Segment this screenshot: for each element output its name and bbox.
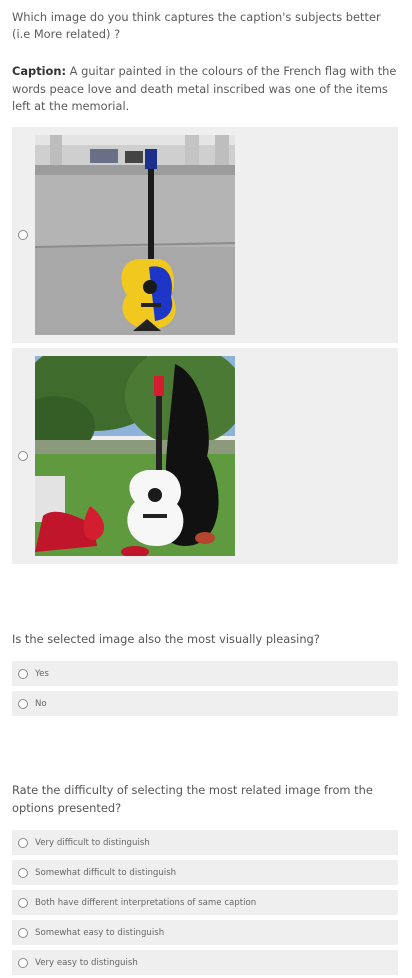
option-somewhat-difficult[interactable]: Somewhat difficult to distinguish: [12, 860, 398, 885]
option-yes-label: Yes: [35, 668, 49, 679]
option-very-easy-label: Very easy to distinguish: [35, 957, 138, 968]
image-guitar-white-black[interactable]: [35, 356, 235, 556]
question-visually-pleasing: Is the selected image also the most visu…: [12, 632, 320, 646]
option-somewhat-difficult-label: Somewhat difficult to distinguish: [35, 867, 177, 878]
option-somewhat-easy-label: Somewhat easy to distinguish: [35, 927, 165, 938]
option-no-label: No: [35, 698, 47, 709]
radio-yes[interactable]: [18, 668, 28, 679]
option-very-difficult[interactable]: Very difficult to distinguish: [12, 830, 398, 855]
radio-different-interpretations[interactable]: [18, 897, 28, 908]
option-somewhat-easy[interactable]: Somewhat easy to distinguish: [12, 920, 398, 945]
option-no[interactable]: No: [12, 691, 398, 716]
question-related-image: Which image do you think captures the ca…: [12, 10, 381, 41]
radio-somewhat-difficult[interactable]: [18, 867, 28, 878]
radio-very-easy[interactable]: [18, 957, 28, 968]
question-difficulty: Rate the difficulty of selecting the mos…: [12, 783, 373, 815]
radio-very-difficult[interactable]: [18, 837, 28, 848]
image-option-2[interactable]: [12, 348, 398, 564]
caption-body: A guitar painted in the colours of the F…: [12, 64, 397, 113]
radio-image-2[interactable]: [18, 451, 28, 461]
option-different-interpretations-label: Both have different interpretations of s…: [35, 897, 257, 908]
option-different-interpretations[interactable]: Both have different interpretations of s…: [12, 890, 398, 915]
caption-text: Caption: A guitar painted in the colours…: [12, 63, 400, 116]
caption-label: Caption:: [12, 64, 67, 78]
radio-somewhat-easy[interactable]: [18, 927, 28, 938]
image-option-1[interactable]: [12, 127, 398, 343]
option-very-difficult-label: Very difficult to distinguish: [35, 837, 150, 848]
image-guitar-yellow-blue[interactable]: [35, 135, 235, 335]
option-yes[interactable]: Yes: [12, 661, 398, 686]
radio-image-1[interactable]: [18, 230, 28, 240]
radio-no[interactable]: [18, 698, 28, 709]
option-very-easy[interactable]: Very easy to distinguish: [12, 950, 398, 975]
